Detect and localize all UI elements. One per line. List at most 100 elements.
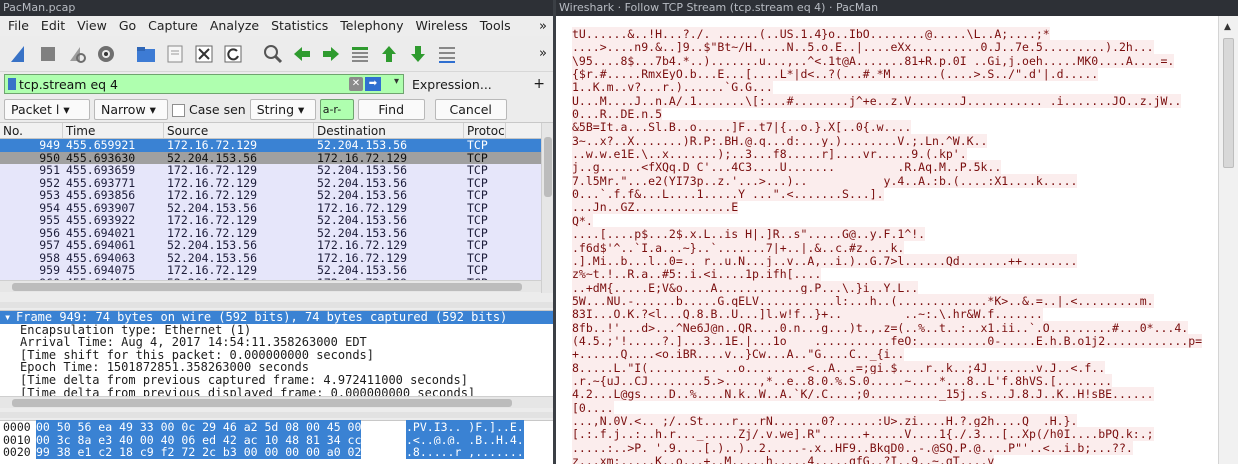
packet-list-scrollbar[interactable] xyxy=(541,123,553,293)
packet-cell-src: 52.204.153.56 xyxy=(167,151,258,164)
scroll-up-icon[interactable]: ▲ xyxy=(1224,22,1231,32)
display-filter-input[interactable]: tcp.stream eq 4 ✕ ➡ ▾ xyxy=(4,74,404,94)
packet-row[interactable]: 951 455.693659 172.16.72.129 52.204.153.56 T… xyxy=(0,164,553,177)
clear-filter-icon[interactable]: ✕ xyxy=(349,77,363,91)
apply-filter-icon[interactable]: ➡ xyxy=(365,77,381,91)
menu-tools[interactable]: Tools xyxy=(474,16,517,36)
menu-analyze[interactable]: Analyze xyxy=(204,16,265,36)
bytes-row[interactable]: 0020 99 38 e1 c2 18 c9 f2 72 2c b3 00 00… xyxy=(0,445,553,460)
desktop: PacMan.pcap File Edit View Go Capture An… xyxy=(0,0,1238,464)
restart-icon[interactable] xyxy=(64,41,90,67)
packet-row[interactable]: 953 455.693856 172.16.72.129 52.204.153.56 T… xyxy=(0,189,553,202)
last-icon[interactable] xyxy=(405,41,431,67)
menu-bar: File Edit View Go Capture Analyze Statis… xyxy=(0,16,553,36)
pane-splitter[interactable] xyxy=(0,412,553,418)
stream-line: [0.... xyxy=(572,400,614,415)
packet-row[interactable]: 950 455.693630 52.204.153.56 172.16.72.129 T… xyxy=(0,151,553,164)
find-button[interactable]: Find xyxy=(357,98,425,120)
column-source[interactable]: Source xyxy=(164,123,314,138)
menu-file[interactable]: File xyxy=(2,16,35,36)
packet-cell-time: 455.693771 xyxy=(66,176,136,189)
packet-row[interactable]: 954 455.693907 52.204.153.56 172.16.72.129 T… xyxy=(0,201,553,214)
search-type-select[interactable]: String ▾ xyxy=(249,98,316,120)
stream-line: \95....8$...7b4.*..).......u...,..^<.1t@… xyxy=(572,53,1175,68)
search-string-input[interactable]: a-r- xyxy=(319,98,354,120)
menu-go[interactable]: Go xyxy=(113,16,142,36)
stream-line: 1..K.m..v?...r.)......`G.G... xyxy=(572,80,773,95)
case-sensitive-checkbox[interactable]: Case sen xyxy=(172,102,246,117)
column-time[interactable]: Time xyxy=(63,123,164,138)
packet-cell-time: 455.693659 xyxy=(66,164,136,177)
column-protocol[interactable]: Protoc xyxy=(464,123,506,138)
find-icon[interactable] xyxy=(260,41,286,67)
stream-line: .r.~{uJ..CJ........5.>.....,*..e..8.0.%.… xyxy=(572,373,1113,388)
main-window-title: PacMan.pcap xyxy=(0,0,553,16)
menu-telephony[interactable]: Telephony xyxy=(334,16,409,36)
expression-button[interactable]: Expression... xyxy=(412,77,492,92)
packet-cell-proto: TCP xyxy=(467,251,488,264)
column-destination[interactable]: Destination xyxy=(314,123,464,138)
detail-row[interactable]: [Time delta from previous captured frame… xyxy=(0,374,553,387)
search-scope-select[interactable]: Packet l ▾ xyxy=(4,98,90,120)
packet-details[interactable]: ▾ Frame 949: 74 bytes on wire (592 bits),… xyxy=(0,310,553,408)
packet-cell-time: 455.693856 xyxy=(66,189,136,202)
add-filter-button[interactable]: + xyxy=(533,76,549,92)
save-icon[interactable] xyxy=(162,41,188,67)
cancel-button[interactable]: Cancel xyxy=(434,98,507,120)
search-direction-select[interactable]: Narrow ▾ xyxy=(94,98,168,120)
bytes-row[interactable]: 0000 00 50 56 ea 49 33 00 0c 29 46 a2 5d… xyxy=(0,420,553,434)
goto-icon[interactable] xyxy=(347,41,373,67)
toolbar-overflow-button[interactable]: » xyxy=(539,46,553,61)
packet-bytes[interactable]: 0000 00 50 56 ea 49 33 00 0c 29 46 a2 5d… xyxy=(0,420,553,464)
frame-header-row[interactable]: ▾ Frame 949: 74 bytes on wire (592 bits),… xyxy=(0,311,553,324)
menu-edit[interactable]: Edit xyxy=(35,16,71,36)
bookmark-icon[interactable] xyxy=(8,78,16,90)
chevron-down-icon[interactable]: ▾ xyxy=(394,76,399,87)
packet-list[interactable]: No. Time Source Destination Protoc 949 45… xyxy=(0,122,553,293)
packet-row[interactable]: 952 455.693771 172.16.72.129 52.204.153.56 T… xyxy=(0,176,553,189)
pane-splitter[interactable] xyxy=(0,302,553,308)
stream-line: 0...`.f.f&...L....1.....Y ...".<.......S… xyxy=(572,187,884,202)
menu-capture[interactable]: Capture xyxy=(142,16,204,36)
packet-row[interactable]: 955 455.693922 172.16.72.129 52.204.153.56 T… xyxy=(0,214,553,227)
menu-statistics[interactable]: Statistics xyxy=(265,16,334,36)
packet-cell-no: 956 xyxy=(39,226,60,239)
first-icon[interactable] xyxy=(376,41,402,67)
menu-view[interactable]: View xyxy=(71,16,113,36)
close-file-icon[interactable] xyxy=(191,41,217,67)
reload-icon[interactable] xyxy=(220,41,246,67)
stream-content[interactable]: tU......&..!H...?./. ......(..US.1.4}o..… xyxy=(556,16,1218,464)
menu-wireless[interactable]: Wireless xyxy=(409,16,473,36)
packet-cell-time: 455.693907 xyxy=(66,201,136,214)
packet-row[interactable]: 949 455.659921 172.16.72.129 52.204.153.56 T… xyxy=(0,139,553,152)
stream-line: Q*. xyxy=(572,213,593,228)
packet-cell-no: 955 xyxy=(39,214,60,227)
menu-overflow-button[interactable]: » xyxy=(539,19,553,34)
back-icon[interactable] xyxy=(289,41,315,67)
stop-icon[interactable] xyxy=(35,41,61,67)
shark-fin-icon[interactable] xyxy=(6,41,32,67)
main-window: PacMan.pcap File Edit View Go Capture An… xyxy=(0,0,553,464)
packet-cell-src: 172.16.72.129 xyxy=(167,214,258,227)
options-icon[interactable] xyxy=(93,41,119,67)
packet-list-hscrollbar[interactable] xyxy=(0,280,541,292)
packet-cell-src: 172.16.72.129 xyxy=(167,189,258,202)
packet-row[interactable]: 956 455.694021 172.16.72.129 52.204.153.56 T… xyxy=(0,226,553,239)
details-hscrollbar[interactable] xyxy=(0,396,553,408)
packet-cell-proto: TCP xyxy=(467,239,488,252)
autoscroll-icon[interactable] xyxy=(434,41,460,67)
packet-cell-time: 455.694075 xyxy=(66,264,136,277)
packet-row[interactable]: 957 455.694061 52.204.153.56 172.16.72.129 T… xyxy=(0,239,553,252)
expand-arrow-icon[interactable]: ▾ xyxy=(4,311,16,324)
detail-row[interactable]: Arrival Time: Aug 4, 2017 14:54:11.35826… xyxy=(0,336,553,349)
column-no[interactable]: No. xyxy=(0,123,63,138)
packet-row[interactable]: 959 455.694075 172.16.72.129 52.204.153.56 T… xyxy=(0,264,553,277)
packet-cell-dst: 172.16.72.129 xyxy=(317,201,408,214)
stream-scrollbar[interactable]: ▲ xyxy=(1218,16,1238,464)
stream-scroll-thumb[interactable] xyxy=(1223,38,1234,168)
packet-row[interactable]: 958 455.694063 52.204.153.56 172.16.72.129 T… xyxy=(0,251,553,264)
packet-cell-proto: TCP xyxy=(467,164,488,177)
stream-line: z...xm:.....K..o...+..M.....h.....4.....… xyxy=(572,454,1218,464)
forward-icon[interactable] xyxy=(318,41,344,67)
open-icon[interactable] xyxy=(133,41,159,67)
